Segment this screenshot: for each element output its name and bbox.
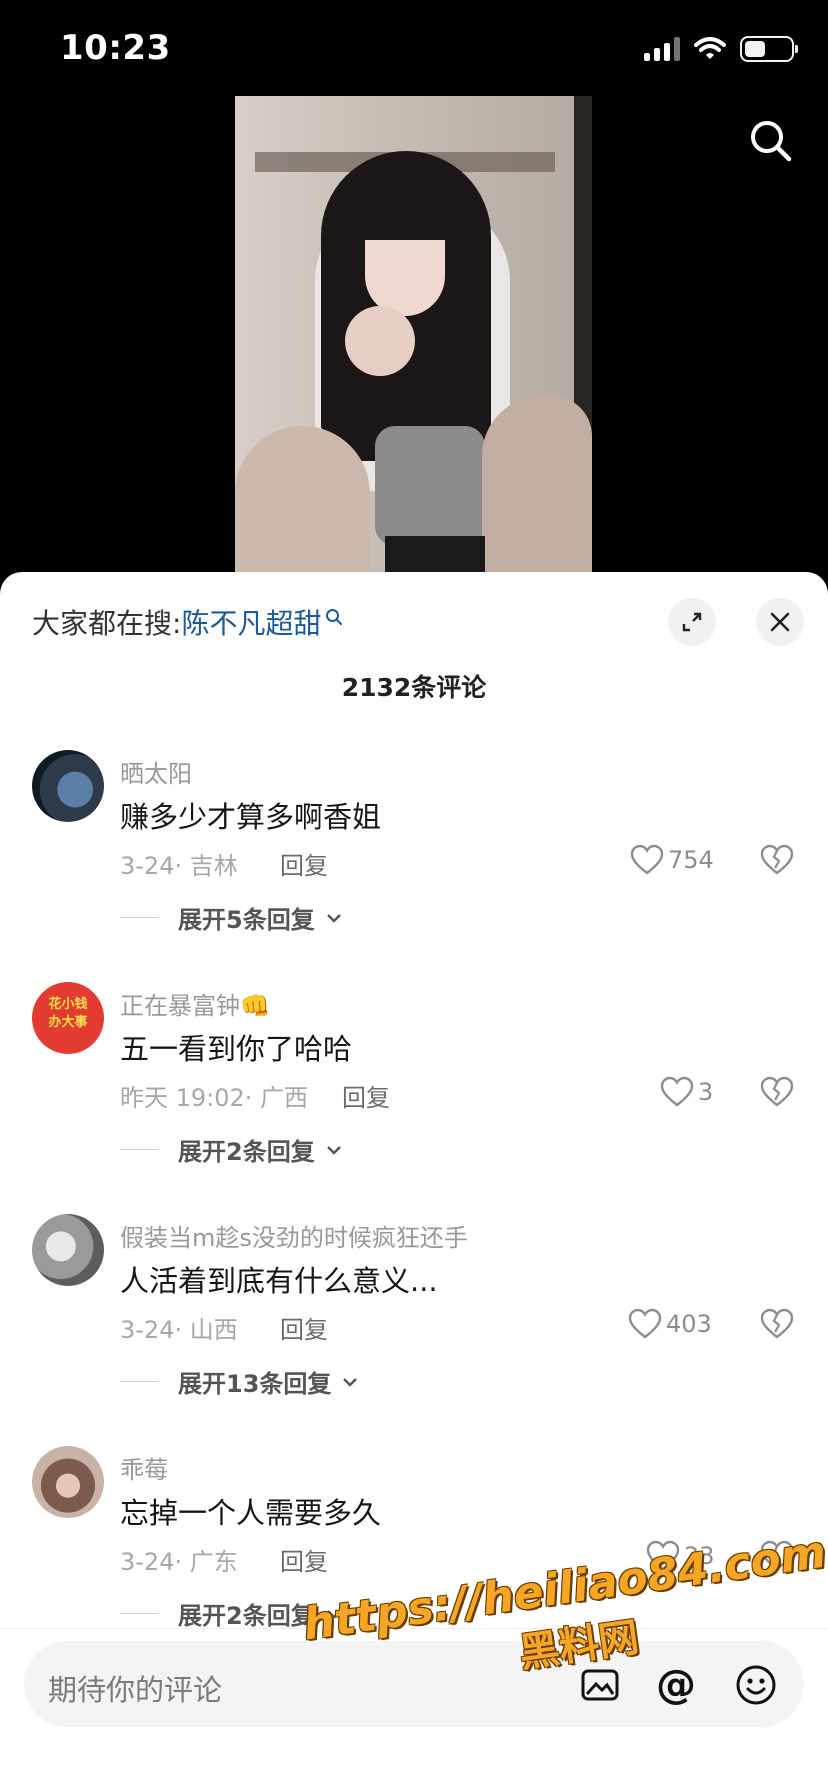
expand-replies-label: 展开13条回复 xyxy=(178,1370,332,1398)
reply-button[interactable]: 回复 xyxy=(342,1078,390,1113)
hot-search-prefix: 大家都在搜: xyxy=(32,607,182,640)
heart-icon xyxy=(646,1540,680,1571)
emoji-icon xyxy=(736,1665,776,1705)
chevron-down-icon xyxy=(343,1377,358,1387)
comment-input-placeholder: 期待你的评论 xyxy=(48,1673,223,1707)
expand-replies[interactable]: 展开2条回复 xyxy=(120,1132,343,1167)
comment-sheet: 大家都在搜: 陈不凡超甜 2132条评论 晒太阳 赚多少才算多啊香姐 3-24·… xyxy=(0,572,828,1792)
broken-heart-icon[interactable] xyxy=(760,1308,794,1340)
emoji-button[interactable] xyxy=(732,1661,780,1709)
expand-icon xyxy=(682,612,702,632)
avatar-text: 花小钱 办大事 xyxy=(48,997,88,1030)
battery-icon xyxy=(740,36,798,62)
chevron-down-icon xyxy=(326,1609,341,1619)
search-icon[interactable] xyxy=(748,118,792,162)
wifi-icon xyxy=(694,37,726,59)
image-button[interactable] xyxy=(576,1661,624,1709)
comment-input[interactable]: 期待你的评论 @ xyxy=(24,1641,804,1727)
comment-date: 3-24 xyxy=(120,852,175,880)
like-count: 754 xyxy=(668,846,714,874)
hot-search-keyword[interactable]: 陈不凡超甜 xyxy=(181,602,321,642)
status-time: 10:23 xyxy=(60,28,171,68)
expand-replies-label: 展开5条回复 xyxy=(178,906,315,934)
comment-date: 3-24 xyxy=(120,1316,175,1344)
video-preview[interactable] xyxy=(235,96,592,576)
avatar[interactable] xyxy=(32,1214,104,1286)
fist-emoji: 👊 xyxy=(240,992,270,1020)
image-icon xyxy=(581,1669,619,1701)
comment-username[interactable]: 正在暴富钟👊 xyxy=(120,986,270,1021)
comment-text[interactable]: 人活着到底有什么意义... xyxy=(120,1258,438,1300)
comment-item: 花小钱 办大事 正在暴富钟👊 五一看到你了哈哈 昨天 19:02· 广西 回复 3 xyxy=(0,982,828,1214)
reply-button[interactable]: 回复 xyxy=(280,1310,328,1345)
like-count: 3 xyxy=(698,1078,714,1106)
status-icons xyxy=(644,36,798,62)
comment-username[interactable]: 晒太阳 xyxy=(120,754,192,789)
comment-meta: 3-24· 吉林 xyxy=(120,852,238,880)
mention-button[interactable]: @ xyxy=(652,1661,700,1709)
comment-text[interactable]: 忘掉一个人需要多久 xyxy=(120,1490,381,1532)
heart-icon xyxy=(660,1076,694,1107)
comment-username[interactable]: 乖莓 xyxy=(120,1450,168,1485)
broken-heart-icon[interactable] xyxy=(760,844,794,876)
broken-heart-icon[interactable] xyxy=(760,1076,794,1108)
avatar[interactable] xyxy=(32,1446,104,1518)
expand-replies-label: 展开2条回复 xyxy=(178,1602,315,1630)
close-button[interactable] xyxy=(756,598,804,646)
like-button[interactable]: 23 xyxy=(646,1538,715,1574)
status-bar: 10:23 xyxy=(0,0,828,96)
comment-meta: 3-24· 广东 xyxy=(120,1548,238,1576)
comment-meta: 3-24· 山西 xyxy=(120,1316,238,1344)
expand-replies[interactable]: 展开13条回复 xyxy=(120,1364,359,1399)
comment-count: 2132条评论 xyxy=(341,673,487,702)
broken-heart-icon[interactable] xyxy=(760,1540,794,1572)
expand-replies-label: 展开2条回复 xyxy=(178,1138,315,1166)
comment-date: 3-24 xyxy=(120,1548,175,1576)
hot-search-bar[interactable]: 大家都在搜: 陈不凡超甜 xyxy=(32,602,343,642)
like-button[interactable]: 754 xyxy=(630,842,714,878)
comment-input-bar: 期待你的评论 @ xyxy=(0,1628,828,1792)
comment-item: 晒太阳 赚多少才算多啊香姐 3-24· 吉林 回复 754 展开5条回复 xyxy=(0,750,828,982)
comment-location: 广东 xyxy=(189,1548,238,1576)
comment-meta: 昨天 19:02· 广西 xyxy=(120,1084,309,1112)
comment-item: 假装当m趁s没劲的时候疯狂还手 人活着到底有什么意义... 3-24· 山西 回… xyxy=(0,1214,828,1446)
reply-button[interactable]: 回复 xyxy=(280,1542,328,1577)
comment-location: 广西 xyxy=(260,1084,309,1112)
sheet-header: 大家都在搜: 陈不凡超甜 2132条评论 xyxy=(0,572,828,702)
like-count: 403 xyxy=(666,1310,712,1338)
reply-button[interactable]: 回复 xyxy=(280,846,328,881)
at-icon: @ xyxy=(656,1662,696,1708)
expand-replies[interactable]: 展开2条回复 xyxy=(120,1596,343,1631)
battery-level xyxy=(745,41,765,57)
comment-location: 吉林 xyxy=(189,852,238,880)
avatar[interactable] xyxy=(32,750,104,822)
like-button[interactable]: 403 xyxy=(628,1306,712,1342)
chevron-down-icon xyxy=(326,913,341,923)
heart-icon xyxy=(630,844,664,875)
like-button[interactable]: 3 xyxy=(660,1074,713,1110)
close-icon xyxy=(770,612,790,632)
cellular-signal-icon xyxy=(644,37,680,61)
expand-button[interactable] xyxy=(668,598,716,646)
comment-text[interactable]: 五一看到你了哈哈 xyxy=(120,1026,352,1068)
comment-username[interactable]: 假装当m趁s没劲的时候疯狂还手 xyxy=(120,1218,468,1253)
small-search-icon xyxy=(326,609,343,625)
comment-date: 昨天 19:02 xyxy=(120,1084,245,1112)
heart-icon xyxy=(628,1308,662,1339)
comment-text[interactable]: 赚多少才算多啊香姐 xyxy=(120,794,381,836)
like-count: 23 xyxy=(684,1542,715,1570)
avatar[interactable]: 花小钱 办大事 xyxy=(32,982,104,1054)
chevron-down-icon xyxy=(326,1145,341,1155)
comment-location: 山西 xyxy=(189,1316,238,1344)
expand-replies[interactable]: 展开5条回复 xyxy=(120,900,343,935)
